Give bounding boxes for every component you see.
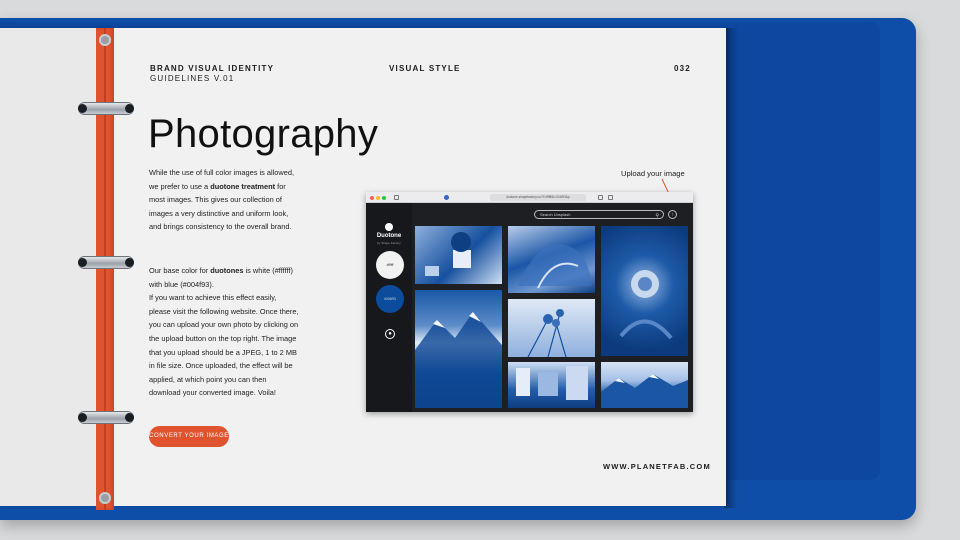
app-logo-icon bbox=[385, 223, 393, 231]
drop-icon[interactable]: ● bbox=[385, 329, 395, 339]
binding-rivet bbox=[99, 492, 111, 504]
share-icon bbox=[598, 195, 603, 200]
browser-toolbar: duotone.shapefactory.co/?f=ffffff&t=004f… bbox=[366, 192, 693, 203]
image-tile[interactable] bbox=[508, 299, 595, 357]
punch-hole bbox=[125, 413, 134, 422]
browser-url: duotone.shapefactory.co/?f=ffffff&t=004f… bbox=[490, 194, 586, 201]
intro-paragraph: While the use of full color images is al… bbox=[149, 166, 299, 234]
image-thumbnail bbox=[518, 244, 592, 289]
image-tile[interactable] bbox=[508, 362, 595, 408]
document-subtitle: GUIDELINES V.01 bbox=[150, 74, 235, 83]
close-dot-icon bbox=[370, 196, 374, 200]
app-sidebar: Duotone by Shape Factory #ffffff #004f93… bbox=[366, 203, 412, 412]
details-emphasis: duotones bbox=[210, 266, 244, 275]
page-shadow bbox=[724, 28, 738, 508]
punch-hole bbox=[78, 413, 87, 422]
footer-url: WWW.PLANETFAB.COM bbox=[603, 462, 711, 471]
search-placeholder: Search Unsplash bbox=[540, 212, 571, 217]
convert-image-button[interactable]: CONVERT YOUR IMAGE bbox=[149, 426, 229, 447]
page-heading: Photography bbox=[148, 112, 379, 156]
intro-emphasis: duotone treatment bbox=[210, 181, 276, 191]
image-thumbnail bbox=[527, 309, 567, 357]
details-text: Our base color for bbox=[149, 266, 211, 275]
sidebar-icon bbox=[394, 195, 399, 200]
light-color-swatch[interactable]: #ffffff bbox=[376, 251, 404, 279]
maximize-dot-icon bbox=[382, 196, 386, 200]
image-thumbnail bbox=[425, 232, 471, 276]
image-thumbnail bbox=[601, 374, 688, 408]
search-icon: ⚲ bbox=[655, 213, 659, 219]
extension-icon bbox=[444, 195, 449, 200]
page-number: 032 bbox=[674, 64, 691, 73]
upload-icon[interactable]: ↑ bbox=[668, 210, 677, 219]
search-input[interactable]: Search Unsplash ⚲ bbox=[534, 210, 664, 219]
app-name: Duotone bbox=[376, 233, 402, 239]
upload-annotation: Upload your image bbox=[621, 169, 685, 178]
details-instructions: If you want to achieve this effect easil… bbox=[149, 293, 299, 398]
details-paragraph: Our base color for duotones is white (#f… bbox=[149, 264, 299, 400]
image-thumbnail bbox=[415, 312, 502, 408]
binding-rivet bbox=[99, 34, 111, 46]
binding-strip-line bbox=[104, 28, 106, 510]
punch-hole bbox=[125, 258, 134, 267]
image-thumbnail bbox=[516, 366, 588, 400]
tabs-icon bbox=[608, 195, 613, 200]
app-byline: by Shape Factory bbox=[377, 241, 401, 245]
image-tile[interactable] bbox=[601, 226, 688, 356]
minimize-dot-icon bbox=[376, 196, 380, 200]
document-title: BRAND VISUAL IDENTITY bbox=[150, 64, 275, 73]
image-tile[interactable] bbox=[508, 226, 595, 293]
image-thumbnail bbox=[619, 270, 673, 340]
image-tile[interactable] bbox=[415, 226, 502, 284]
punch-hole bbox=[78, 104, 87, 113]
image-tile[interactable] bbox=[601, 362, 688, 408]
duotone-app-screenshot: duotone.shapefactory.co/?f=ffffff&t=004f… bbox=[366, 192, 693, 412]
punch-hole bbox=[125, 104, 134, 113]
section-label: VISUAL STYLE bbox=[389, 64, 461, 73]
punch-hole bbox=[78, 258, 87, 267]
dark-color-swatch[interactable]: #004f93 bbox=[376, 285, 404, 313]
image-tile[interactable] bbox=[415, 290, 502, 408]
